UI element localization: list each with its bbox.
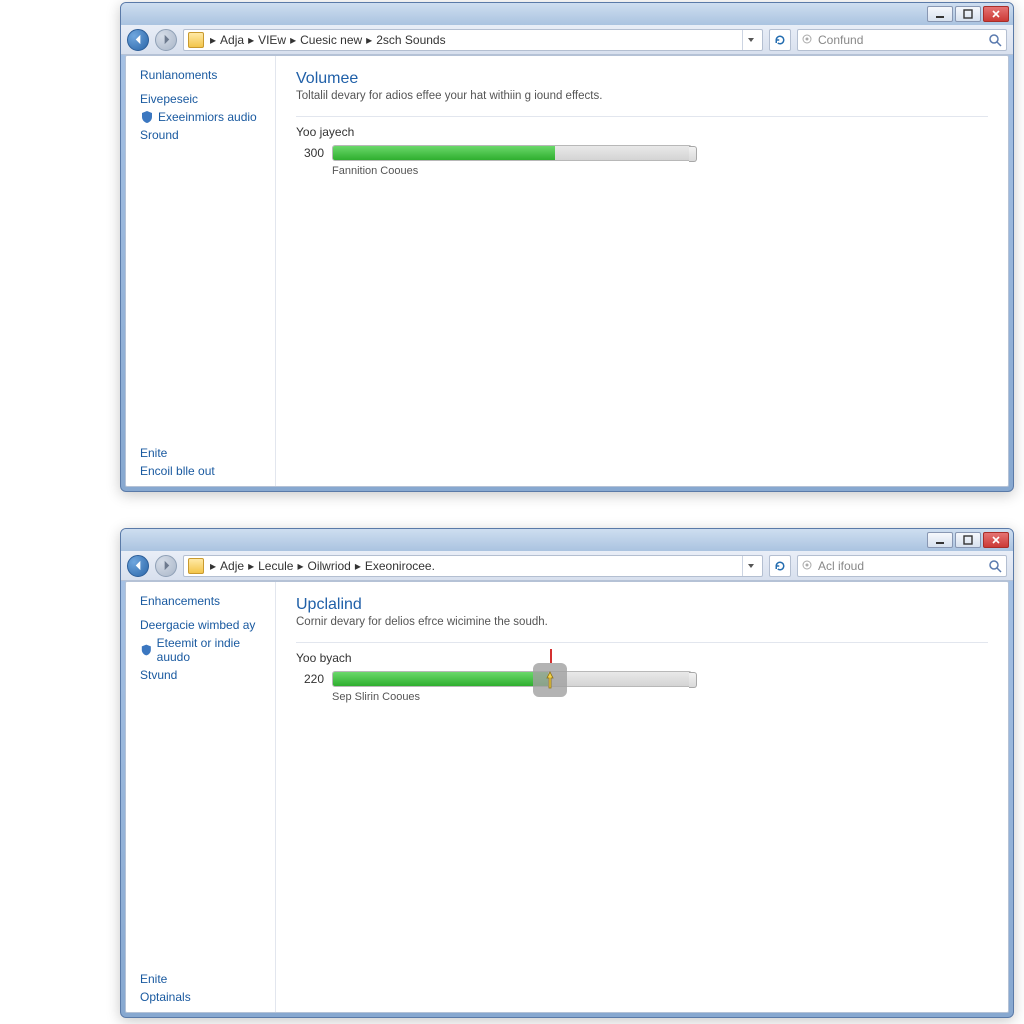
slider-caption: Fannition Cooues (332, 165, 988, 177)
window-volume: ▸ Adja ▸ VIEw ▸ Cuesic new ▸ 2sch Sounds… (120, 2, 1014, 492)
close-button[interactable] (983, 6, 1009, 22)
sidebar: Enhancements Deergacie wimbed ay Eteemit… (126, 582, 276, 1012)
window-enhancements: ▸ Adje ▸ Lecule ▸ Oilwriod ▸ Exeonirocee… (120, 528, 1014, 1018)
page-subtitle: Cornir devary for delios efrce wicimine … (296, 616, 988, 628)
breadcrumb-seg[interactable]: Oilwriod (308, 559, 351, 573)
slider-fill (333, 672, 548, 686)
titlebar (121, 529, 1013, 551)
breadcrumb-seg[interactable]: Adje (220, 559, 244, 573)
divider (296, 642, 988, 643)
chevron-right-icon: ▸ (295, 559, 305, 573)
chevron-right-icon: ▸ (364, 33, 374, 47)
divider (296, 116, 988, 117)
sidebar-link[interactable]: Exeeinmiors audio (140, 110, 265, 124)
minimize-button[interactable] (927, 532, 953, 548)
breadcrumb-seg[interactable]: Adja (220, 33, 244, 47)
nav-row: ▸ Adje ▸ Lecule ▸ Oilwriod ▸ Exeonirocee… (121, 551, 1013, 581)
chevron-right-icon: ▸ (353, 559, 363, 573)
slider-label: Yoo byach (296, 651, 988, 665)
slider-endcap (689, 146, 697, 162)
breadcrumb-dropdown[interactable] (742, 556, 758, 576)
sidebar-bottom-link[interactable]: Encoil blle out (140, 464, 265, 478)
slider-fill (333, 146, 555, 160)
minimize-button[interactable] (927, 6, 953, 22)
breadcrumb-seg[interactable]: 2sch Sounds (376, 33, 445, 47)
content: Upclalind Cornir devary for delios efrce… (276, 582, 1008, 1012)
search-placeholder: Confund (818, 33, 863, 47)
close-button[interactable] (983, 532, 1009, 548)
search-input[interactable]: Acl ifoud (797, 555, 1007, 577)
sidebar-link[interactable]: Eivepeseic (140, 92, 265, 106)
refresh-button[interactable] (769, 29, 791, 51)
back-button[interactable] (127, 555, 149, 577)
sidebar: Runlanoments Eivepeseic Exeeinmiors audi… (126, 56, 276, 486)
page-title: Volumee (296, 70, 988, 88)
chevron-right-icon: ▸ (208, 33, 218, 47)
sidebar-link[interactable]: Stvund (140, 668, 265, 682)
breadcrumb-seg[interactable]: Lecule (258, 559, 293, 573)
shield-icon (140, 110, 154, 124)
breadcrumb[interactable]: ▸ Adja ▸ VIEw ▸ Cuesic new ▸ 2sch Sounds (183, 29, 763, 51)
maximize-button[interactable] (955, 532, 981, 548)
folder-icon (188, 558, 204, 574)
folder-icon (188, 32, 204, 48)
body: Enhancements Deergacie wimbed ay Eteemit… (125, 581, 1009, 1013)
breadcrumb-seg[interactable]: Cuesic new (300, 33, 362, 47)
page-subtitle: Toltalil devary for adios effee your hat… (296, 90, 988, 102)
sidebar-link[interactable]: Deergacie wimbed ay (140, 618, 265, 632)
refresh-button[interactable] (769, 555, 791, 577)
search-icon (988, 33, 1002, 47)
sidebar-heading: Enhancements (140, 594, 265, 608)
search-hint-icon (802, 560, 814, 572)
sidebar-bottom-link[interactable]: Enite (140, 446, 265, 460)
content: Volumee Toltalil devary for adios effee … (276, 56, 1008, 486)
search-icon (988, 559, 1002, 573)
page-title: Upclalind (296, 596, 988, 614)
shield-icon (140, 643, 153, 657)
nav-row: ▸ Adja ▸ VIEw ▸ Cuesic new ▸ 2sch Sounds… (121, 25, 1013, 55)
breadcrumb[interactable]: ▸ Adje ▸ Lecule ▸ Oilwriod ▸ Exeonirocee… (183, 555, 763, 577)
forward-button[interactable] (155, 555, 177, 577)
slider-value: 300 (296, 146, 324, 160)
breadcrumb-seg[interactable]: VIEw (258, 33, 286, 47)
chevron-right-icon: ▸ (246, 33, 256, 47)
sidebar-link[interactable]: Eteemit or indie auudo (140, 636, 265, 664)
slider-caption: Sep Slirin Cooues (332, 691, 988, 703)
search-placeholder: Acl ifoud (818, 559, 864, 573)
volume-slider[interactable] (332, 145, 692, 161)
search-hint-icon (802, 34, 814, 46)
chevron-right-icon: ▸ (288, 33, 298, 47)
maximize-button[interactable] (955, 6, 981, 22)
chevron-right-icon: ▸ (246, 559, 256, 573)
titlebar (121, 3, 1013, 25)
volume-slider[interactable] (332, 671, 692, 687)
slider-label: Yoo jayech (296, 125, 988, 139)
back-button[interactable] (127, 29, 149, 51)
slider-value: 220 (296, 672, 324, 686)
breadcrumb-seg[interactable]: Exeonirocee. (365, 559, 435, 573)
forward-button[interactable] (155, 29, 177, 51)
breadcrumb-dropdown[interactable] (742, 30, 758, 50)
slider-endcap (689, 672, 697, 688)
search-input[interactable]: Confund (797, 29, 1007, 51)
sidebar-heading: Runlanoments (140, 68, 265, 82)
body: Runlanoments Eivepeseic Exeeinmiors audi… (125, 55, 1009, 487)
sidebar-bottom-link[interactable]: Optainals (140, 990, 265, 1004)
sidebar-link[interactable]: Sround (140, 128, 265, 142)
sidebar-bottom-link[interactable]: Enite (140, 972, 265, 986)
chevron-right-icon: ▸ (208, 559, 218, 573)
